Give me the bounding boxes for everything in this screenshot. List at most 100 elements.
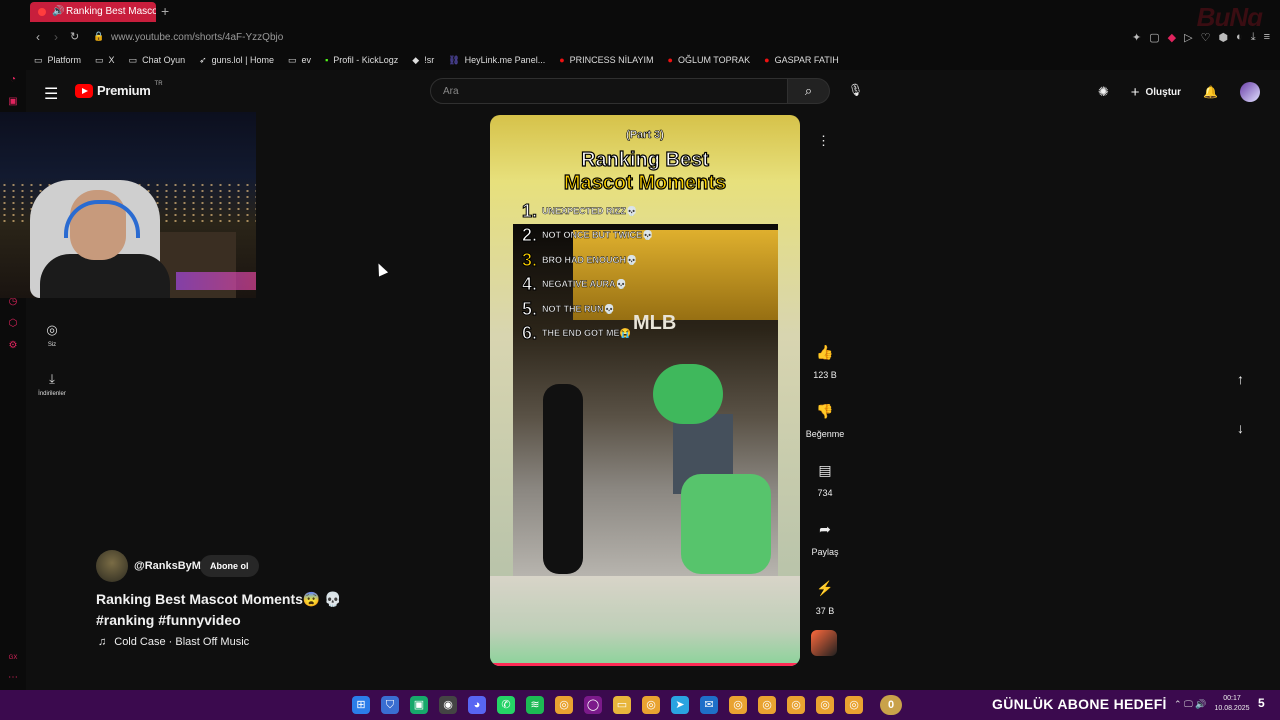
app-icon[interactable]: ▣	[410, 696, 428, 714]
bookmark-item[interactable]: ➶ guns.lol | Home	[199, 55, 274, 66]
like-button[interactable]: 👍 123 B	[800, 344, 850, 380]
menu-icon[interactable]: ≡	[1264, 31, 1270, 44]
remix-button[interactable]: ⚡ 37 B	[800, 580, 850, 616]
dislike-button[interactable]: 👎 Beğenme	[800, 403, 850, 439]
short-video-player[interactable]: (Part 3) Ranking Best Mascot Moments MLB…	[490, 115, 800, 666]
speaker-icon[interactable]: 🔊	[52, 2, 64, 22]
dislike-label: Beğenme	[805, 429, 845, 439]
chrome-profile-6-icon[interactable]: ◎	[845, 696, 863, 714]
bookmark-item[interactable]: ● GASPAR FATIH	[764, 55, 839, 65]
sound-thumbnail[interactable]	[811, 630, 837, 656]
gx-icon[interactable]: GX	[7, 652, 19, 664]
system-tray[interactable]: ⌃ 🖵 🔊	[1174, 699, 1206, 710]
chrome-profile-icon[interactable]: ◎	[642, 696, 660, 714]
active-tab[interactable]: 🔊 Ranking Best Mascot M	[30, 2, 156, 22]
chrome-profile-5-icon[interactable]: ◎	[816, 696, 834, 714]
search-input[interactable]: Ara	[430, 78, 788, 104]
whatsapp-icon[interactable]: ✆	[497, 696, 515, 714]
bookmark-item[interactable]: ▭ ev	[288, 55, 311, 66]
bookmark-item[interactable]: ▪ Profil - KickLogz	[325, 55, 398, 65]
music-label: Cold Case · Blast Off Music	[114, 636, 250, 648]
plus-icon: +	[1130, 83, 1140, 101]
bookmark-item[interactable]: ▭ Platform	[34, 55, 81, 66]
red-icon: ●	[764, 55, 770, 65]
channel-handle[interactable]: @RanksByM	[134, 560, 201, 572]
snapshot-icon[interactable]: ▢	[1149, 31, 1159, 44]
play-icon[interactable]: ▷	[1184, 31, 1192, 44]
clock-time: 00:17	[1223, 695, 1241, 702]
youtube-logo[interactable]: Premium TR	[75, 81, 163, 98]
ranking-number: 6.	[522, 323, 538, 344]
search-button[interactable]: ⌕	[788, 78, 830, 104]
sidebar-item-you[interactable]: ◎ Siz	[26, 322, 78, 348]
red-icon: ●	[667, 55, 673, 65]
outlook-icon[interactable]: ✉	[700, 696, 718, 714]
extensions-icon[interactable]: ⬡	[7, 318, 19, 330]
chrome-profile-2-icon[interactable]: ◎	[729, 696, 747, 714]
bookmark-item[interactable]: ▭ X	[95, 55, 115, 66]
chrome-profile-3-icon[interactable]: ◎	[758, 696, 776, 714]
create-button[interactable]: + Oluştur	[1131, 84, 1181, 101]
youtube-tab-icon	[38, 8, 46, 16]
heart-icon[interactable]: ♡	[1201, 31, 1211, 44]
hamburger-menu-icon[interactable]: ☰	[44, 84, 58, 104]
chrome-icon[interactable]: ◎	[555, 696, 573, 714]
bitwarden-icon[interactable]: ⛉	[381, 696, 399, 714]
notification-count[interactable]: 5	[1258, 696, 1265, 710]
forward-icon[interactable]: ›	[54, 30, 58, 44]
video-title[interactable]: Ranking Best Mascot Moments😨 💀 #ranking …	[96, 589, 396, 631]
remix-count: 37 B	[815, 606, 835, 616]
back-icon[interactable]: ‹	[36, 30, 40, 44]
wallet-icon[interactable]: ▣	[7, 96, 19, 108]
new-tab-icon[interactable]: +	[161, 3, 169, 19]
system-clock[interactable]: 00:17 10.08.2025	[1212, 694, 1252, 714]
share-button[interactable]: ➦ Paylaş	[800, 521, 850, 557]
history-icon[interactable]: ◔	[7, 74, 19, 86]
discord-icon[interactable]: ◕	[468, 696, 486, 714]
windows-start-icon[interactable]: ⊞	[352, 696, 370, 714]
channel-avatar[interactable]	[96, 550, 128, 582]
spotify-icon[interactable]: ≋	[526, 696, 544, 714]
subscribe-button[interactable]: Abone ol	[200, 555, 259, 577]
bookmark-item[interactable]: ◆ !sr	[412, 55, 434, 66]
folder-icon: ▭	[34, 54, 43, 65]
opera-gx-icon[interactable]: ◯	[584, 696, 602, 714]
kick-icon: ▪	[325, 55, 329, 65]
notifications-icon[interactable]: 🔔	[1203, 85, 1218, 99]
download-icon: ⤓	[49, 371, 55, 386]
telegram-icon[interactable]: ➤	[671, 696, 689, 714]
download-icon[interactable]: ⤓	[1251, 31, 1256, 44]
gun-icon: ➶	[199, 54, 207, 65]
ai-icon[interactable]: ✦	[1132, 31, 1141, 44]
url-field[interactable]: www.youtube.com/shorts/4aF-YzzQbjo	[111, 32, 283, 43]
bookmark-label: Profil - KickLogz	[333, 55, 399, 65]
cast-icon[interactable]: ✺	[1098, 84, 1109, 100]
bookmark-item[interactable]: ⛓ HeyLink.me Panel...	[448, 55, 545, 66]
bookmark-item[interactable]: ● PRINCESS NİLAYIM	[559, 55, 653, 65]
ranking-text: NEGATIVE AURA💀	[542, 279, 627, 290]
ranking-number: 2.	[522, 225, 538, 246]
settings-icon[interactable]: ⚙	[7, 340, 19, 352]
bookmark-label: Platform	[47, 55, 82, 65]
bookmark-item[interactable]: ▭ Chat Oyun	[129, 55, 186, 66]
obs-icon[interactable]: ◉	[439, 696, 457, 714]
reload-icon[interactable]: ↻	[70, 30, 79, 43]
progress-bar[interactable]	[490, 663, 800, 666]
more-icon[interactable]: ⋯	[7, 672, 19, 684]
cube-icon[interactable]: ⬢	[1218, 31, 1228, 44]
music-link[interactable]: ♫ Cold Case · Blast Off Music	[98, 636, 249, 648]
pocket-icon[interactable]: ◆	[1168, 31, 1176, 44]
next-short-icon[interactable]: ↓	[1237, 420, 1244, 436]
share-icon: ➦	[819, 521, 831, 537]
microphone-icon[interactable]: 🎙	[848, 83, 863, 97]
profile-icon[interactable]: ◐	[1236, 31, 1243, 44]
chrome-profile-4-icon[interactable]: ◎	[787, 696, 805, 714]
bookmark-item[interactable]: ● OĞLUM TOPRAK	[668, 55, 751, 65]
previous-short-icon[interactable]: ↑	[1237, 371, 1244, 387]
sidebar-item-downloads[interactable]: ⤓ İndirilenler	[26, 371, 78, 397]
subscriber-counter: 0	[880, 695, 902, 715]
comments-button[interactable]: ▤ 734	[800, 462, 850, 498]
account-avatar[interactable]	[1240, 82, 1260, 102]
more-options-icon[interactable]: ⋮	[817, 133, 830, 149]
file-explorer-icon[interactable]: ▭	[613, 696, 631, 714]
